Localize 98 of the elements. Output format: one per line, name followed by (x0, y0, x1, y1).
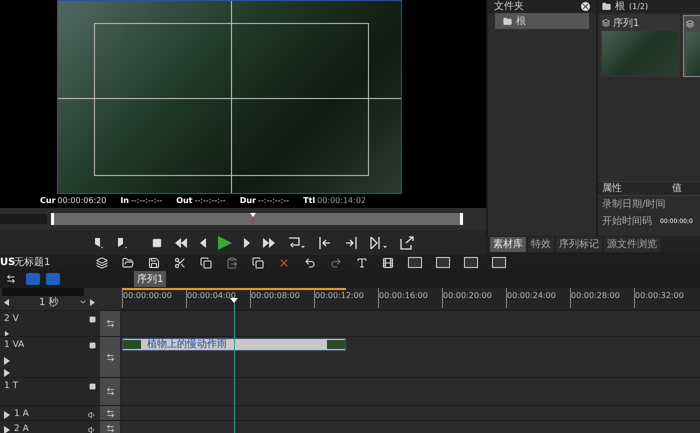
mark-in-button[interactable] (92, 236, 104, 248)
clip-name: 植物上的慢动作雨 (147, 338, 227, 352)
scale-value: 1 秒 (39, 296, 60, 310)
timecode-label: Cur (40, 196, 56, 206)
ruler-label: 00:00:24:00 (506, 288, 570, 308)
clip-label: 序列1 (613, 16, 640, 30)
previous-edit-button[interactable] (318, 236, 332, 248)
panel-tab[interactable]: 序列标记 (556, 237, 602, 252)
swap-arrows-icon (106, 352, 114, 362)
swap-arrows-icon (106, 408, 114, 418)
timecode-label: Dur (240, 196, 256, 206)
ruler-label: 00:00:00:00 (122, 288, 186, 308)
ruler-label: 00:00:08:00 (250, 288, 314, 308)
track-name: 1 A (14, 408, 29, 421)
fast-forward-button[interactable] (262, 238, 276, 248)
timecode-value: --:--:--:-- (131, 196, 162, 206)
delete-button[interactable] (278, 256, 290, 268)
export-button[interactable] (400, 236, 414, 250)
expand-triangle-icon[interactable] (4, 330, 10, 336)
visibility-toggle-icon[interactable] (89, 383, 96, 390)
ruler-label: 00:00:20:00 (442, 288, 506, 308)
playhead-marker-icon[interactable] (230, 298, 238, 303)
column-header: 属性 (601, 182, 623, 196)
panel-tab[interactable]: 特效 (528, 237, 554, 252)
film-button[interactable] (382, 256, 394, 268)
ruler-label: 00:00:28:00 (570, 288, 634, 308)
swap-arrows-icon (106, 424, 114, 432)
track-name: 2 A (14, 423, 29, 433)
timecode-label: Out (176, 196, 193, 206)
next-edit-button[interactable] (344, 236, 358, 248)
visibility-toggle-icon[interactable] (89, 342, 96, 350)
timecode-value: --:--:--:-- (258, 196, 290, 206)
timecode-label: In (120, 196, 129, 206)
video-clip[interactable]: 植物上的慢动作雨 (122, 338, 346, 351)
text-button[interactable] (356, 256, 368, 268)
loop-button[interactable] (288, 236, 306, 250)
sequence-tab[interactable]: 序列1 (134, 271, 166, 287)
grid-view-button[interactable] (464, 257, 478, 268)
panel-tab[interactable]: 源文件浏览 (604, 237, 660, 252)
paste-button[interactable] (226, 256, 238, 268)
bin-count: (1/2) (629, 0, 648, 12)
bin-clip-item[interactable]: 序列1 (600, 15, 680, 77)
step-back-button[interactable] (200, 238, 206, 248)
grid-view-button[interactable] (436, 257, 450, 268)
speaker-icon[interactable] (88, 426, 96, 433)
folder-tree-item[interactable]: 根 (495, 13, 589, 29)
save-button[interactable] (148, 256, 160, 268)
bin-title: 根 (615, 0, 625, 14)
clip-thumbnail (327, 340, 345, 349)
folder-icon (602, 2, 611, 11)
ruler-label: 00:00:16:00 (378, 288, 442, 308)
sequence-icon (602, 19, 610, 27)
property-name: 录制日期/时间 (601, 198, 666, 212)
close-icon[interactable] (581, 2, 590, 11)
ripple-button[interactable] (6, 274, 16, 284)
speaker-icon[interactable] (88, 410, 96, 419)
timecode-value: --:--:--:-- (194, 196, 226, 206)
scrub-playhead[interactable] (250, 213, 256, 225)
stop-button[interactable] (152, 238, 162, 248)
undo-button[interactable] (304, 256, 316, 268)
rewind-button[interactable] (174, 238, 188, 248)
redo-button[interactable] (330, 256, 342, 268)
track-name: 1 VA (4, 339, 24, 352)
scale-right-icon[interactable] (90, 298, 95, 306)
folder-open-button[interactable] (122, 256, 134, 268)
project-name: 无标题1 (14, 256, 52, 270)
ruler-label: 00:00:32:00 (634, 288, 698, 308)
timecode-field[interactable] (2, 288, 84, 296)
insert-button[interactable] (370, 236, 388, 248)
track-name: 2 V (4, 313, 19, 326)
step-forward-button[interactable] (244, 238, 250, 248)
panel-tab[interactable]: 素材库 (490, 237, 526, 252)
clip-thumbnail (123, 340, 141, 349)
scrub-track[interactable] (51, 213, 463, 225)
sequence-icon (686, 20, 694, 28)
scissors-button[interactable] (174, 256, 186, 268)
column-header: 值 (671, 182, 682, 196)
swap-arrows-icon (106, 387, 114, 396)
grid-view-button[interactable] (492, 257, 506, 268)
track-name: 1 T (4, 380, 18, 393)
visibility-toggle-icon[interactable] (89, 316, 96, 324)
copy-button[interactable] (252, 256, 264, 268)
timecode-value: 00:00:06:20 (58, 196, 106, 206)
ruler-label: 00:00:12:00 (314, 288, 378, 308)
grid-view-button[interactable] (408, 257, 422, 268)
folder-icon (503, 16, 512, 26)
panel-title: 文件夹 (494, 0, 524, 14)
swap-arrows-icon (106, 319, 114, 328)
copy-button[interactable] (200, 256, 212, 268)
app-name: US (0, 256, 14, 270)
layers-button[interactable] (96, 256, 108, 268)
property-name: 开始时间码 (601, 214, 653, 229)
mark-out-button[interactable] (116, 236, 128, 248)
dropdown-icon[interactable] (79, 298, 87, 306)
scale-left-icon[interactable] (4, 298, 9, 306)
timecode-value: 00:00:14:02 (317, 196, 366, 206)
play-button[interactable] (218, 236, 232, 250)
timecode-label: Ttl (303, 196, 316, 206)
